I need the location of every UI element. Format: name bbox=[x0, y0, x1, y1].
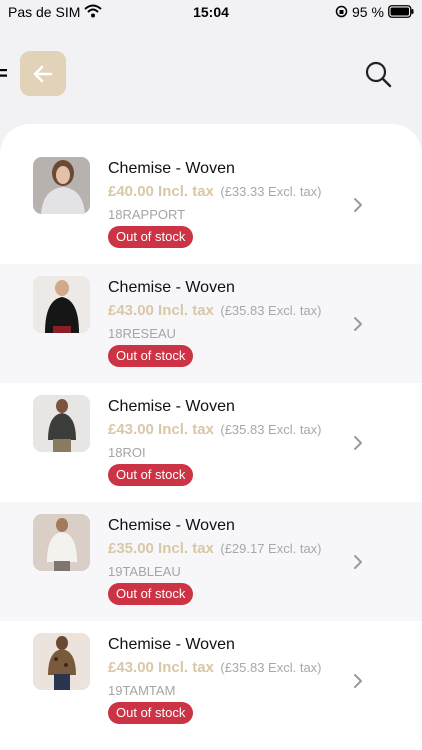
chevron-right-icon bbox=[354, 198, 362, 212]
price-incl-tax: £43.00 Incl. tax bbox=[108, 421, 214, 438]
product-sku: 18RESEAU bbox=[108, 326, 176, 341]
price-incl-tax: £40.00 Incl. tax bbox=[108, 183, 214, 200]
price-excl-tax: (£33.33 Excl. tax) bbox=[220, 184, 322, 199]
price-excl-tax: (£29.17 Excl. tax) bbox=[220, 541, 322, 556]
price-incl-tax: £43.00 Incl. tax bbox=[108, 302, 214, 319]
out-of-stock-badge: Out of stock bbox=[108, 702, 194, 724]
price-line: £43.00 Incl. tax (£35.83 Excl. tax) bbox=[108, 421, 322, 439]
product-name: Chemise - Woven bbox=[108, 398, 235, 415]
product-list: Chemise - Woven £40.00 Incl. tax (£33.33… bbox=[0, 145, 422, 740]
battery-percent-label: 95 % bbox=[352, 4, 384, 20]
product-row[interactable]: Chemise - Woven £43.00 Incl. tax (£35.83… bbox=[0, 264, 422, 383]
product-row[interactable]: Chemise - Woven £35.00 Incl. tax (£29.17… bbox=[0, 502, 422, 621]
product-image bbox=[33, 157, 90, 214]
chevron-right-icon bbox=[354, 555, 362, 569]
product-sku: 19TAMTAM bbox=[108, 683, 176, 698]
product-image bbox=[33, 633, 90, 690]
product-row[interactable]: Chemise - Woven £40.00 Incl. tax (£33.33… bbox=[0, 145, 422, 264]
product-name: Chemise - Woven bbox=[108, 636, 235, 653]
battery-icon bbox=[388, 5, 414, 18]
back-button[interactable] bbox=[20, 51, 66, 96]
out-of-stock-badge: Out of stock bbox=[108, 345, 194, 367]
product-image bbox=[33, 514, 90, 571]
price-line: £43.00 Incl. tax (£35.83 Excl. tax) bbox=[108, 659, 322, 677]
product-row[interactable]: Chemise - Woven £43.00 Incl. tax (£35.83… bbox=[0, 383, 422, 502]
menu-icon[interactable] bbox=[0, 68, 7, 78]
price-line: £35.00 Incl. tax (£29.17 Excl. tax) bbox=[108, 540, 322, 558]
product-name: Chemise - Woven bbox=[108, 160, 235, 177]
price-excl-tax: (£35.83 Excl. tax) bbox=[220, 660, 322, 675]
product-sku: 18ROI bbox=[108, 445, 146, 460]
price-line: £43.00 Incl. tax (£35.83 Excl. tax) bbox=[108, 302, 322, 320]
price-line: £40.00 Incl. tax (£33.33 Excl. tax) bbox=[108, 183, 322, 201]
chevron-right-icon bbox=[354, 674, 362, 688]
product-name: Chemise - Woven bbox=[108, 279, 235, 296]
chevron-right-icon bbox=[354, 317, 362, 331]
product-row[interactable]: Chemise - Woven £43.00 Incl. tax (£35.83… bbox=[0, 621, 422, 740]
price-excl-tax: (£35.83 Excl. tax) bbox=[220, 422, 322, 437]
arrow-left-icon bbox=[33, 65, 53, 83]
product-image bbox=[33, 395, 90, 452]
price-incl-tax: £43.00 Incl. tax bbox=[108, 659, 214, 676]
product-name: Chemise - Woven bbox=[108, 517, 235, 534]
status-bar: Pas de SIM 15:04 95 % bbox=[0, 0, 422, 24]
chevron-right-icon bbox=[354, 436, 362, 450]
price-excl-tax: (£35.83 Excl. tax) bbox=[220, 303, 322, 318]
product-sku: 18RAPPORT bbox=[108, 207, 186, 222]
product-sku: 19TABLEAU bbox=[108, 564, 181, 579]
search-button[interactable] bbox=[362, 58, 394, 90]
out-of-stock-badge: Out of stock bbox=[108, 464, 194, 486]
out-of-stock-badge: Out of stock bbox=[108, 583, 194, 605]
price-incl-tax: £35.00 Incl. tax bbox=[108, 540, 214, 557]
search-icon bbox=[365, 61, 392, 88]
product-image bbox=[33, 276, 90, 333]
out-of-stock-badge: Out of stock bbox=[108, 226, 194, 248]
orientation-lock-icon bbox=[335, 5, 348, 18]
